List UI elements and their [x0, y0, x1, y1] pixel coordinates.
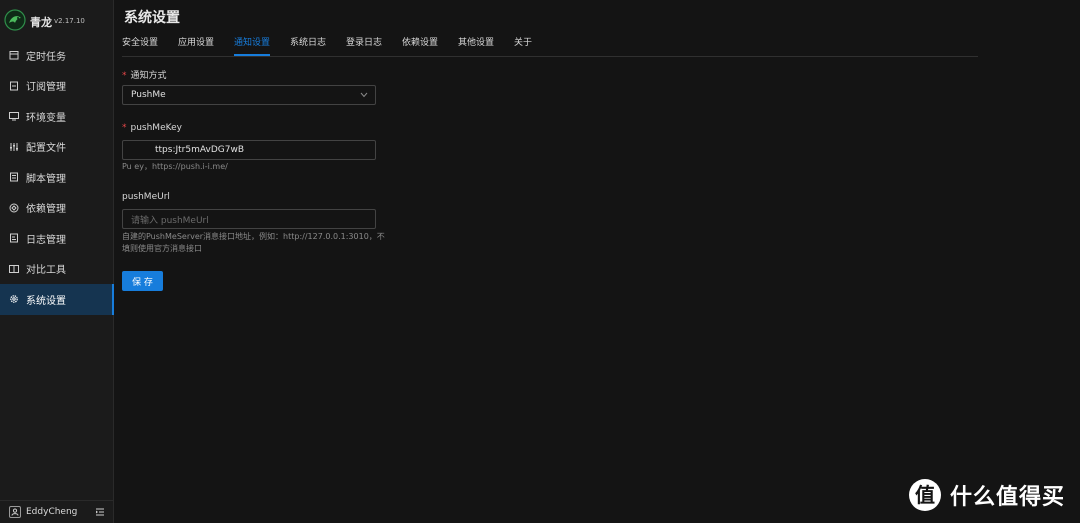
sidebar-item-label: 系统设置 [26, 295, 66, 307]
pushme-url-placeholder: 请输入 pushMeUrl [131, 215, 209, 226]
chevron-down-icon [360, 92, 368, 98]
sliders-icon [10, 142, 18, 151]
watermark-logo-icon: 值 [909, 479, 941, 511]
calendar-icon [9, 51, 19, 60]
main-content: 系统设置 安全设置 应用设置 通知设置 系统日志 登录日志 依赖设置 其他设置 … [114, 0, 1080, 523]
sidebar-item-label: 日志管理 [26, 234, 66, 246]
required-mark: * [122, 71, 127, 81]
sidebar-item-settings[interactable]: 系统设置 [0, 284, 114, 315]
notify-method-value: PushMe [131, 90, 166, 100]
tab-dependency-settings[interactable]: 依赖设置 [402, 34, 438, 55]
watermark: 值 什么值得买 [908, 478, 1065, 512]
required-mark: * [122, 123, 127, 133]
tab-security[interactable]: 安全设置 [122, 34, 158, 55]
settings-tabs: 安全设置 应用设置 通知设置 系统日志 登录日志 依赖设置 其他设置 关于 [122, 34, 978, 57]
app-name: 青龙 [30, 16, 52, 29]
sidebar-item-label: 对比工具 [26, 265, 66, 277]
sidebar-item-logs[interactable]: 日志管理 [0, 223, 114, 254]
pushme-key-help: Pu ey，https://push.i-i.me/ [122, 162, 228, 171]
sidebar-item-env[interactable]: 环境变量 [0, 101, 114, 132]
tab-system-log[interactable]: 系统日志 [290, 34, 326, 55]
pushme-key-label: * pushMeKey [122, 123, 182, 133]
pushme-url-help: 自建的PushMeServer消息接口地址，例如：http://127.0.0.… [122, 232, 385, 253]
sidebar-item-label: 脚本管理 [26, 173, 66, 185]
package-icon [9, 203, 19, 213]
tab-login-log[interactable]: 登录日志 [346, 34, 382, 55]
sidebar-item-label: 配置文件 [26, 143, 66, 155]
svg-text:值: 值 [915, 483, 935, 507]
tab-other[interactable]: 其他设置 [458, 34, 494, 55]
menu-collapse-icon[interactable] [95, 507, 105, 517]
save-button[interactable]: 保 存 [122, 271, 163, 291]
sidebar-item-diff[interactable]: 对比工具 [0, 254, 114, 285]
pushme-key-input[interactable]: ttps:Jtr5mAvDG7wB [122, 140, 376, 160]
sidebar-item-cron[interactable]: 定时任务 [0, 40, 114, 71]
pushme-key-value: ttps:Jtr5mAvDG7wB [155, 145, 244, 155]
sidebar-menu: 定时任务 订阅管理 环境变量 配置文件 脚本管理 依赖管理 日志管理 对比工具 [0, 40, 114, 315]
user-icon [11, 508, 19, 516]
notify-method-select[interactable]: PushMe [122, 85, 376, 105]
pushme-url-input[interactable]: 请输入 pushMeUrl [122, 209, 376, 229]
app-version: v2.17.10 [54, 17, 85, 25]
tab-app[interactable]: 应用设置 [178, 34, 214, 55]
sidebar-item-label: 环境变量 [26, 112, 66, 124]
sidebar-footer: EddyCheng [0, 500, 114, 523]
sidebar-item-subscription[interactable]: 订阅管理 [0, 71, 114, 102]
watermark-text: 什么值得买 [950, 485, 1066, 510]
sidebar: 青龙 v2.17.10 定时任务 订阅管理 环境变量 配置文件 脚本管理 依赖管… [0, 0, 114, 523]
tab-about[interactable]: 关于 [514, 34, 532, 55]
subscription-icon [10, 81, 18, 91]
gear-icon [10, 295, 18, 304]
notify-method-label: * 通知方式 [122, 71, 167, 81]
avatar[interactable] [9, 506, 21, 518]
monitor-icon [9, 112, 19, 121]
sidebar-item-config[interactable]: 配置文件 [0, 132, 114, 163]
sidebar-item-label: 依赖管理 [26, 204, 66, 216]
username[interactable]: EddyCheng [26, 507, 95, 517]
sidebar-item-scripts[interactable]: 脚本管理 [0, 162, 114, 193]
page-title: 系统设置 [124, 10, 180, 26]
file-icon [10, 172, 18, 182]
log-icon [10, 233, 18, 243]
sidebar-item-label: 订阅管理 [26, 82, 66, 94]
dragon-logo-icon [4, 9, 26, 31]
sidebar-item-dependencies[interactable]: 依赖管理 [0, 193, 114, 224]
diff-icon [9, 264, 19, 273]
tab-notification[interactable]: 通知设置 [234, 34, 271, 56]
sidebar-item-label: 定时任务 [26, 51, 66, 63]
pushme-url-label: pushMeUrl [122, 192, 170, 202]
